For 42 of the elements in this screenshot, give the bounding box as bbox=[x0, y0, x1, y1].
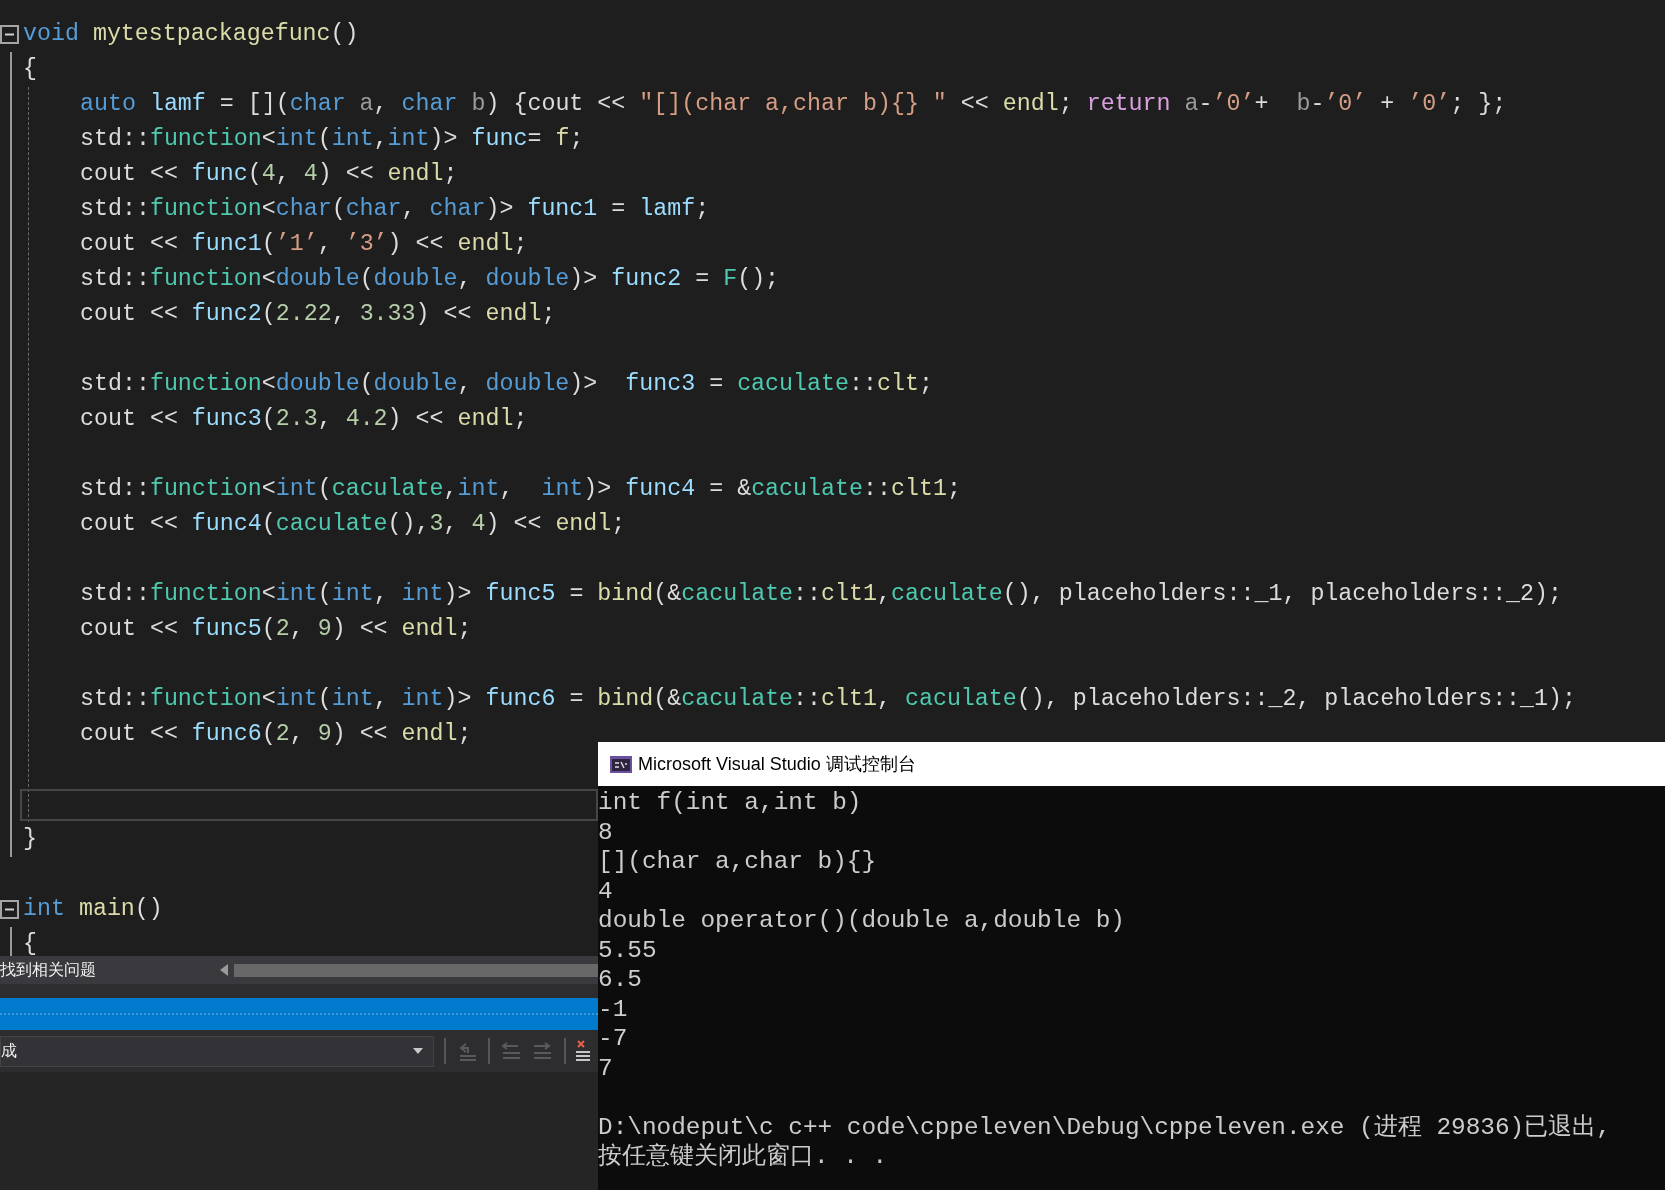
problems-text: 找到相关问题 bbox=[0, 960, 97, 980]
code-line: cout << func4(caculate(),3, 4) << endl; bbox=[80, 510, 626, 539]
code-line: cout << func(4, 4) << endl; bbox=[80, 160, 458, 189]
code-line: std::function<int(caculate,int, int)> func4 = &caculate::clt1; bbox=[80, 475, 961, 504]
clear-all-icon[interactable] bbox=[576, 1039, 590, 1063]
console-output-line: [](char a,char b){} bbox=[598, 847, 877, 877]
caret-icon bbox=[413, 1048, 423, 1054]
scrollbar-thumb[interactable] bbox=[234, 963, 598, 977]
code-line: std::function<int(int, int)> func6 = bind(&caculate::clt1, caculate(), placeholders::_2, placeholders::_1); bbox=[80, 685, 1576, 714]
console-output-line: -7 bbox=[598, 1024, 628, 1054]
console-output-line: -1 bbox=[598, 994, 628, 1024]
console-output-line: 8 bbox=[598, 817, 613, 847]
code-line: std::function<double(double, double)> func3 = caculate::clt; bbox=[80, 370, 933, 399]
code-line: int main() bbox=[23, 895, 163, 924]
code-line: auto lamf = [](char a, char b) {cout << ″[](char a,char b){} ″ << endl; return a-’0’+ b-’0’ + ’0’; }; bbox=[80, 90, 1507, 119]
console-output-line: 6.5 bbox=[598, 965, 642, 995]
code-line: { bbox=[23, 55, 37, 84]
console-exit-line: D:\nodeput\c c++ code\cppeleven\Debug\cppeleven.exe (进程 29836)已退出, bbox=[598, 1112, 1611, 1142]
collapse-icon[interactable] bbox=[0, 25, 19, 44]
console-title: Microsoft Visual Studio 调试控制台 bbox=[638, 752, 916, 776]
code-line: std::function<int(int, int)> func5 = bind(&caculate::clt1,caculate(), placeholders::_1, placeholders::_2); bbox=[80, 580, 1563, 609]
console-output-line: 5.55 bbox=[598, 935, 657, 965]
code-line: std::function<double(double, double)> func2 = F(); bbox=[80, 265, 780, 294]
code-line: cout << func1(’1’, ’3’) << endl; bbox=[80, 230, 528, 259]
console-exit-line: 按任意键关闭此窗口. . . bbox=[598, 1142, 888, 1172]
output-source-dropdown[interactable]: 成 bbox=[0, 1035, 434, 1067]
console-output-line: 7 bbox=[598, 1053, 613, 1083]
console-output-line: int f(int a,int b) bbox=[598, 788, 862, 818]
console-icon bbox=[610, 755, 632, 773]
code-line: } bbox=[23, 825, 37, 854]
console-output-line: double operator()(double a,double b) bbox=[598, 906, 1125, 936]
code-line: void mytestpackagefunc() bbox=[23, 20, 359, 49]
code-line: cout << func5(2, 9) << endl; bbox=[80, 615, 472, 644]
code-line: cout << func3(2.3, 4.2) << endl; bbox=[80, 405, 528, 434]
console-output-line: 4 bbox=[598, 876, 613, 906]
code-line: cout << func6(2, 9) << endl; bbox=[80, 720, 472, 749]
code-line: std::function<int(int,int)> func= f; bbox=[80, 125, 584, 154]
code-line: cout << func2(2.22, 3.33) << endl; bbox=[80, 300, 556, 329]
code-line: { bbox=[23, 930, 37, 956]
scroll-left-icon[interactable] bbox=[220, 964, 228, 976]
collapse-icon[interactable] bbox=[0, 900, 19, 919]
code-line: std::function<char(char, char)> func1 = lamf; bbox=[80, 195, 710, 224]
